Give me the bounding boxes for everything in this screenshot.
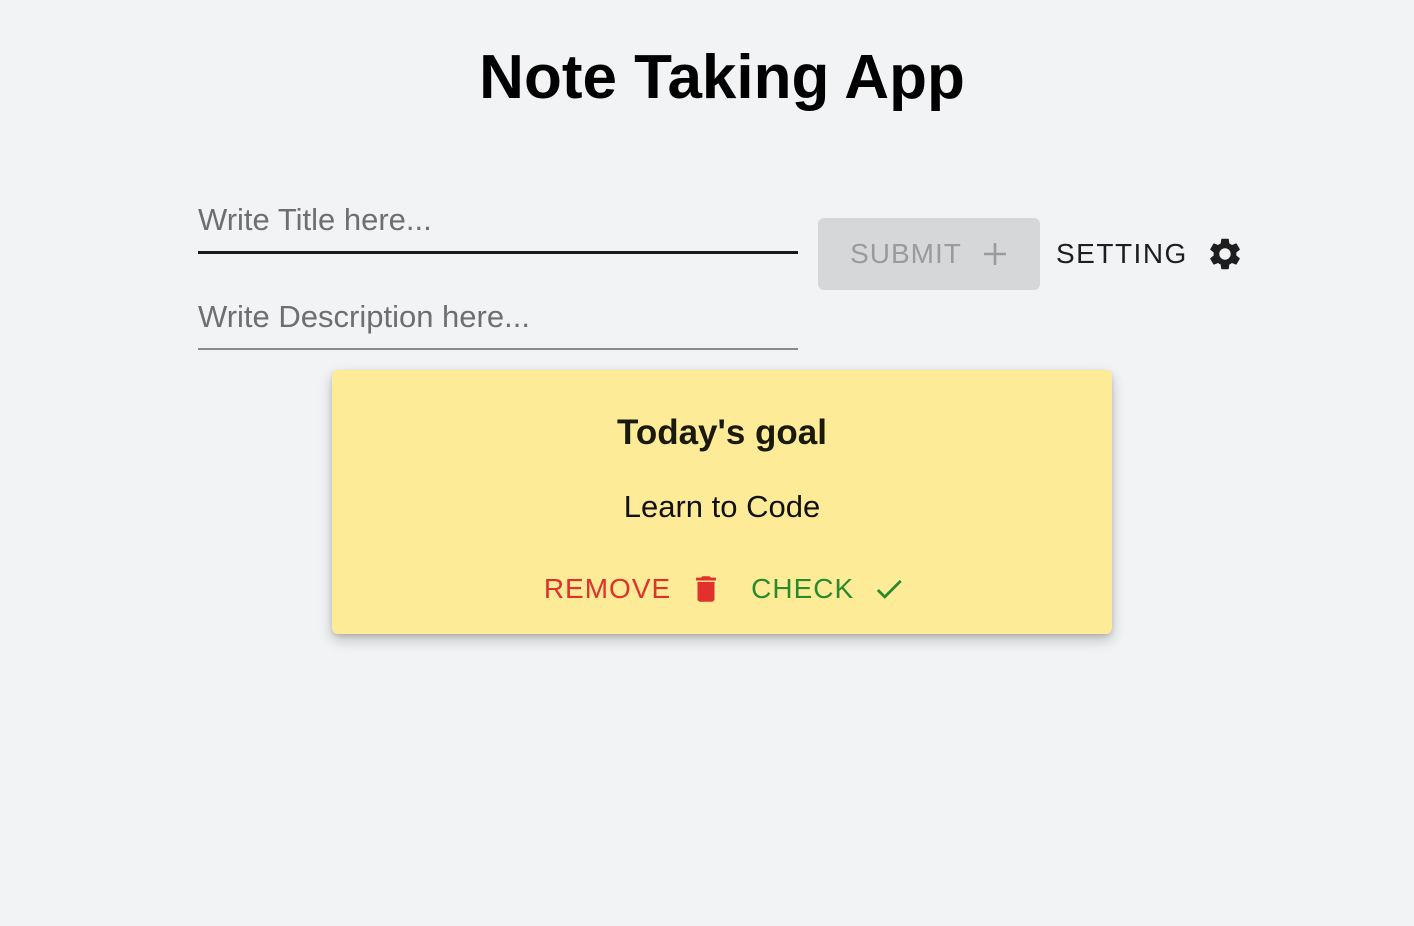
setting-label: SETTING (1056, 238, 1188, 269)
remove-label: REMOVE (543, 573, 672, 604)
plus-icon (982, 241, 1008, 267)
check-button[interactable]: CHECK (751, 572, 906, 606)
description-field[interactable] (198, 297, 798, 350)
note-actions: REMOVE CHECK (332, 572, 1112, 606)
trash-icon (689, 572, 723, 606)
title-field[interactable] (198, 200, 798, 254)
submit-button[interactable]: SUBMIT (818, 218, 1040, 290)
check-icon (872, 572, 906, 606)
note-card: Today's goal Learn to Code REMOVE CHECK (332, 370, 1112, 634)
note-title: Today's goal (617, 413, 827, 452)
title-input[interactable] (198, 200, 798, 240)
check-label: CHECK (751, 573, 855, 604)
remove-button[interactable]: REMOVE (544, 572, 723, 606)
description-input[interactable] (198, 297, 798, 337)
gear-icon (1206, 235, 1244, 273)
page-title: Note Taking App (479, 43, 965, 112)
setting-button[interactable]: SETTING (1056, 232, 1244, 276)
note-description: Learn to Code (623, 489, 821, 524)
submit-label: SUBMIT (850, 238, 962, 269)
